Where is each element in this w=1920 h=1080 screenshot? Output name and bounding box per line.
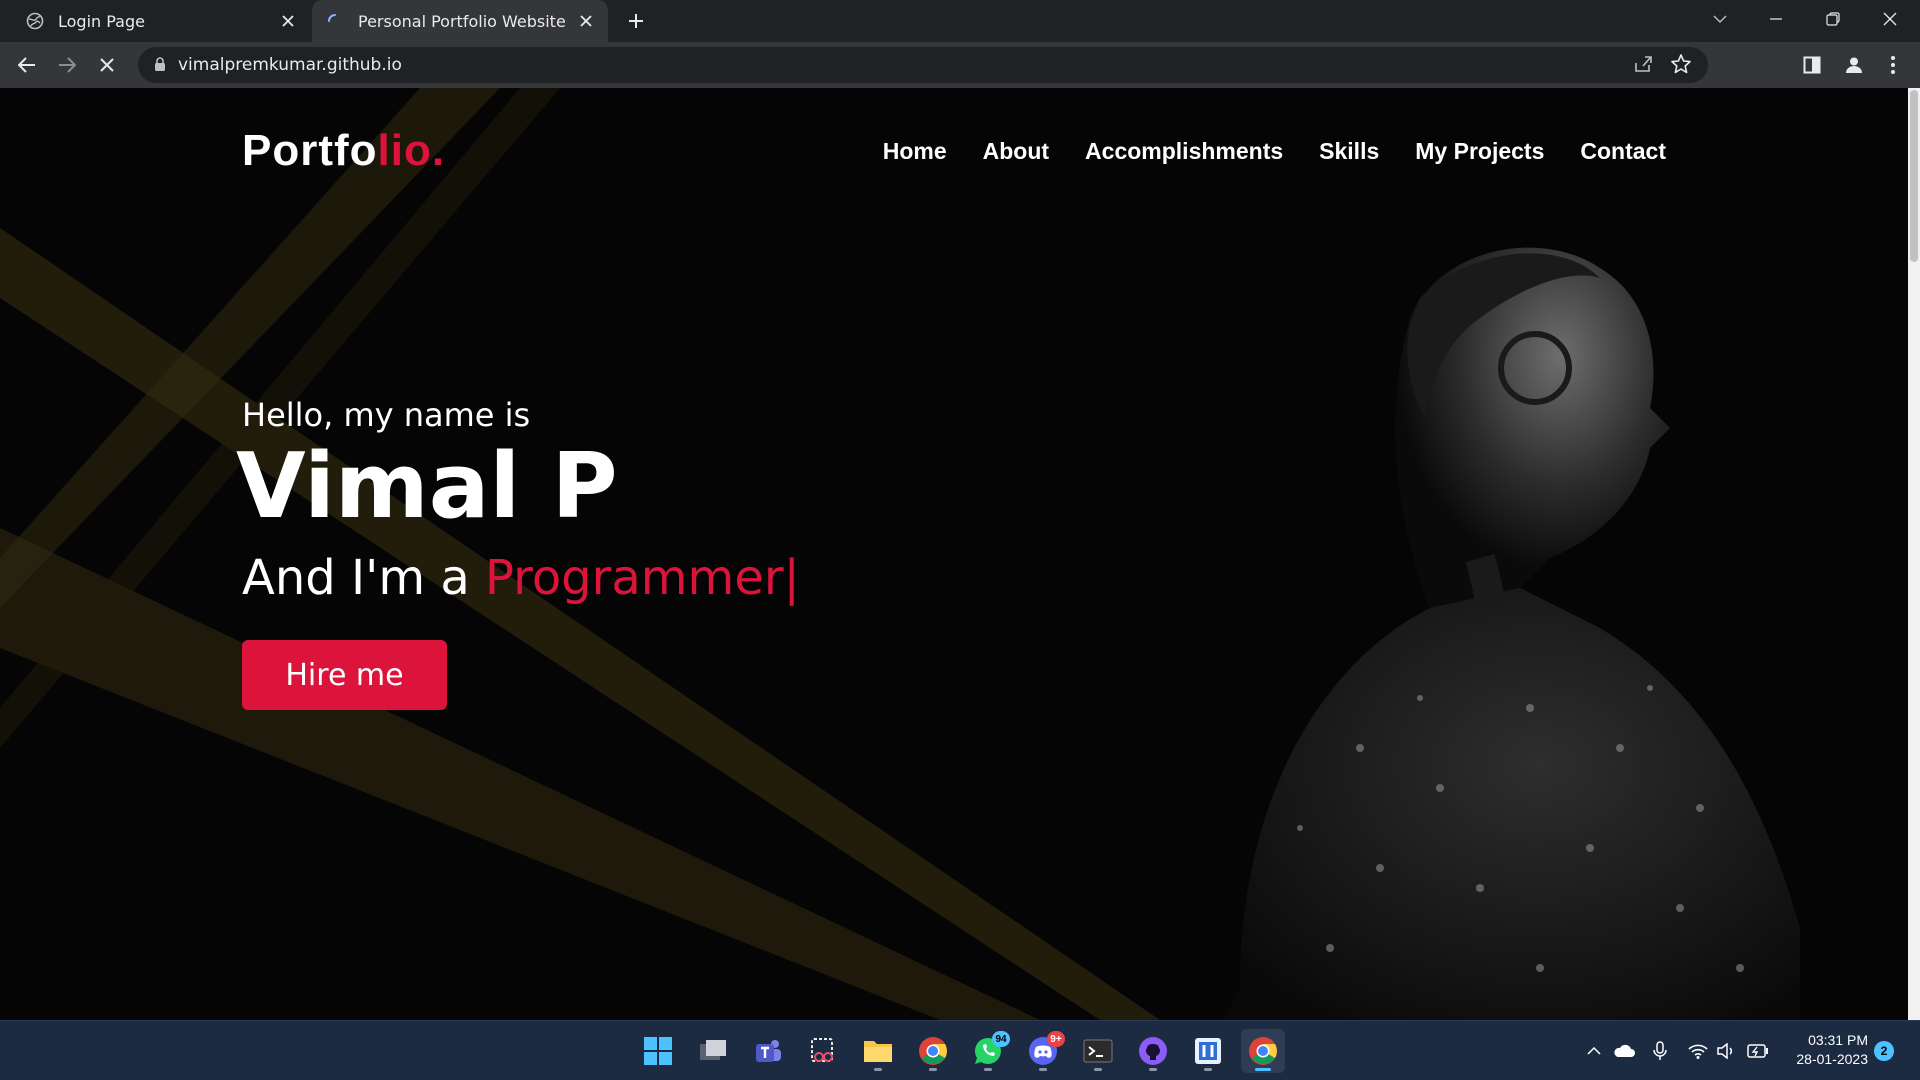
lock-icon[interactable] [154, 57, 166, 72]
tray-microphone[interactable] [1648, 1039, 1672, 1063]
running-indicator [1149, 1068, 1157, 1071]
nav-my-projects[interactable]: My Projects [1415, 138, 1544, 165]
notification-count-badge[interactable]: 2 [1874, 1041, 1894, 1061]
unread-badge: 94 [992, 1031, 1010, 1047]
hero-greeting: Hello, my name is [242, 396, 531, 434]
tab-title: Personal Portfolio Website [358, 11, 566, 31]
tab-search-button[interactable] [1692, 0, 1748, 38]
running-indicator [874, 1068, 882, 1071]
chrome-icon [919, 1037, 947, 1065]
start-button[interactable] [636, 1029, 680, 1073]
share-icon[interactable] [1632, 53, 1654, 75]
side-panel-icon[interactable] [1796, 49, 1828, 81]
task-view-icon [700, 1040, 726, 1060]
nav-accomplishments[interactable]: Accomplishments [1085, 138, 1283, 165]
speaker-icon [1717, 1043, 1733, 1059]
tray-volume[interactable] [1714, 1039, 1738, 1063]
running-indicator [929, 1068, 937, 1071]
logo-text: Portfo [242, 126, 378, 175]
taskbar-task-view[interactable] [691, 1029, 735, 1073]
stop-loading-button[interactable] [91, 49, 123, 81]
taskbar-file-explorer[interactable] [856, 1029, 900, 1073]
minimize-button[interactable] [1748, 0, 1804, 38]
scrollbar-thumb[interactable] [1910, 90, 1918, 262]
windows-taskbar: 94 9+ 03:31 PM 28-01-2023 2 [0, 1020, 1920, 1080]
nav-contact[interactable]: Contact [1580, 138, 1666, 165]
taskbar-terminal[interactable] [1076, 1029, 1120, 1073]
loading-spinner-icon [328, 14, 336, 22]
running-indicator [1204, 1068, 1212, 1071]
tray-onedrive[interactable] [1612, 1039, 1636, 1063]
terminal-icon [1083, 1039, 1113, 1063]
teams-icon [756, 1040, 781, 1062]
taskbar-github-desktop[interactable] [1131, 1029, 1175, 1073]
forward-button[interactable] [51, 49, 83, 81]
tab-personal-portfolio[interactable]: Personal Portfolio Website [312, 0, 608, 42]
address-bar[interactable]: vimalpremkumar.github.io [138, 47, 1708, 83]
taskbar-whatsapp[interactable]: 94 [966, 1029, 1010, 1073]
tab-login-page[interactable]: Login Page [12, 0, 310, 42]
tray-wifi[interactable] [1686, 1039, 1710, 1063]
nav-about[interactable]: About [983, 138, 1049, 165]
clock-date: 28-01-2023 [1796, 1051, 1868, 1067]
show-hidden-icons-button[interactable] [1582, 1039, 1606, 1063]
battery-charging-icon [1747, 1044, 1768, 1058]
profile-photo [1224, 247, 1800, 1020]
chevron-up-icon [1587, 1047, 1601, 1055]
role-prefix: And I'm a [242, 550, 486, 606]
logo-accent: lio. [377, 126, 446, 175]
new-tab-button[interactable] [622, 7, 650, 35]
chrome-icon [1249, 1037, 1277, 1065]
system-clock[interactable]: 03:31 PM 28-01-2023 [1788, 1031, 1868, 1069]
page-viewport: Portfolio. Home About Accomplishments Sk… [0, 88, 1908, 1020]
running-indicator [1039, 1068, 1047, 1071]
wifi-icon [1688, 1044, 1708, 1059]
clock-time: 03:31 PM [1808, 1032, 1868, 1048]
main-nav: Home About Accomplishments Skills My Pro… [883, 138, 1666, 165]
windows-start-icon [644, 1037, 672, 1065]
tab-title: Login Page [58, 11, 145, 31]
taskbar-discord[interactable]: 9+ [1021, 1029, 1065, 1073]
running-indicator [984, 1068, 992, 1071]
globe-icon [26, 12, 44, 30]
taskbar-chrome[interactable] [911, 1029, 955, 1073]
typing-cursor: | [783, 550, 800, 606]
profile-avatar[interactable] [1838, 49, 1870, 81]
running-indicator [1094, 1068, 1102, 1071]
close-tab-icon[interactable] [572, 7, 600, 35]
nav-skills[interactable]: Skills [1319, 138, 1379, 165]
browser-menu-icon[interactable] [1877, 49, 1909, 81]
taskbar-snipping-tool[interactable] [801, 1029, 845, 1073]
unread-badge: 9+ [1047, 1031, 1065, 1047]
nav-home[interactable]: Home [883, 138, 947, 165]
github-icon [1139, 1037, 1167, 1065]
tab-strip: Login Page Personal Portfolio Website [0, 0, 1920, 42]
hero-name: Vimal P [236, 434, 618, 539]
close-window-button[interactable] [1862, 0, 1918, 38]
hero-role: And I'm a Programmer| [242, 550, 800, 606]
browser-toolbar: vimalpremkumar.github.io [0, 42, 1920, 88]
role-typed-text: Programmer [485, 550, 784, 606]
cloud-icon [1614, 1044, 1635, 1057]
taskbar-teams[interactable] [746, 1029, 790, 1073]
microphone-icon [1653, 1041, 1667, 1060]
restore-button[interactable] [1805, 0, 1861, 38]
close-tab-icon[interactable] [274, 7, 302, 35]
tray-battery[interactable] [1746, 1039, 1770, 1063]
taskbar-chrome-active[interactable] [1241, 1029, 1285, 1073]
url-text[interactable]: vimalpremkumar.github.io [178, 55, 402, 75]
back-button[interactable] [11, 49, 43, 81]
active-indicator [1255, 1068, 1271, 1071]
app-window-icon [1195, 1038, 1221, 1064]
folder-icon [864, 1041, 892, 1062]
hire-me-button[interactable]: Hire me [242, 640, 447, 710]
snipping-tool-icon [811, 1038, 833, 1062]
bookmark-star-icon[interactable] [1670, 53, 1692, 75]
site-logo[interactable]: Portfolio. [242, 126, 445, 176]
taskbar-remote-app[interactable] [1186, 1029, 1230, 1073]
